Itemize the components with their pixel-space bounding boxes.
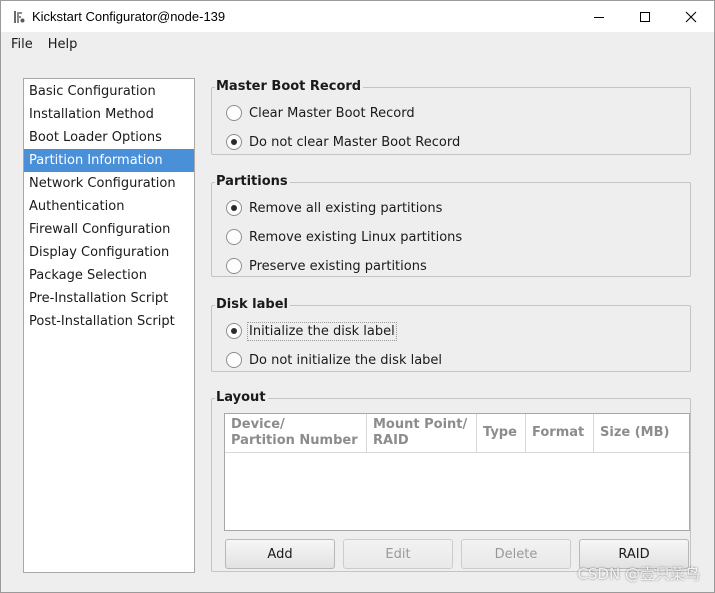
window-title: Kickstart Configurator@node-139 [32,9,226,24]
disklabel-option-initialize[interactable]: Initialize the disk label [226,321,397,341]
nav-item-package-selection[interactable]: Package Selection [24,264,194,287]
partitions-option-remove-linux[interactable]: Remove existing Linux partitions [226,227,462,247]
radio-label: Initialize the disk label [247,321,397,341]
partitions-option-preserve[interactable]: Preserve existing partitions [226,256,427,276]
layout-group-title: Layout [215,390,268,405]
mbr-option-do-not-clear[interactable]: Do not clear Master Boot Record [226,132,460,152]
partitions-group: Partitions Remove all existing partition… [211,174,691,277]
nav-item-network-configuration[interactable]: Network Configuration [24,172,194,195]
menu-file[interactable]: File [1,32,39,58]
close-button[interactable] [668,1,714,32]
maximize-icon [640,11,650,22]
partitions-group-title: Partitions [215,174,290,189]
partitions-option-remove-all[interactable]: Remove all existing partitions [226,198,442,218]
nav-item-firewall-configuration[interactable]: Firewall Configuration [24,218,194,241]
nav-item-installation-method[interactable]: Installation Method [24,103,194,126]
title-bar[interactable]: Kickstart Configurator@node-139 [1,1,714,32]
app-window: Kickstart Configurator@node-139 File Hel… [0,0,715,593]
mbr-group: Master Boot Record Clear Master Boot Rec… [211,79,691,155]
disklabel-group: Disk label Initialize the disk label Do … [211,297,691,372]
table-header: Device/ Partition Number Mount Point/ RA… [225,414,689,453]
close-icon [685,11,697,22]
mbr-group-title: Master Boot Record [215,79,364,94]
radio-button-checked[interactable] [226,134,242,150]
radio-button[interactable] [226,105,242,121]
column-header-device[interactable]: Device/ Partition Number [225,414,367,452]
radio-button-checked[interactable] [226,323,242,339]
radio-label: Preserve existing partitions [249,258,427,274]
menu-bar: File Help [1,32,714,58]
radio-button[interactable] [226,258,242,274]
column-header-format[interactable]: Format [526,414,594,452]
disklabel-option-do-not-initialize[interactable]: Do not initialize the disk label [226,350,442,370]
partition-layout-table[interactable]: Device/ Partition Number Mount Point/ RA… [224,413,690,531]
maximize-button[interactable] [622,1,668,32]
minimize-icon [594,16,604,18]
column-header-type[interactable]: Type [477,414,526,452]
radio-button[interactable] [226,352,242,368]
radio-label: Do not initialize the disk label [249,352,443,368]
nav-item-partition-information[interactable]: Partition Information [24,149,194,172]
section-list: Basic Configuration Installation Method … [23,78,195,573]
radio-label: Remove all existing partitions [249,200,443,216]
nav-item-basic-configuration[interactable]: Basic Configuration [24,80,194,103]
radio-label: Do not clear Master Boot Record [249,134,461,150]
column-header-mount-point[interactable]: Mount Point/ RAID [367,414,477,452]
radio-button-checked[interactable] [226,200,242,216]
table-body[interactable] [225,453,689,529]
radio-label: Remove existing Linux partitions [249,229,463,245]
edit-button[interactable]: Edit [343,539,453,569]
radio-button[interactable] [226,229,242,245]
nav-item-pre-installation-script[interactable]: Pre-Installation Script [24,287,194,310]
mbr-option-clear[interactable]: Clear Master Boot Record [226,103,415,123]
nav-item-boot-loader-options[interactable]: Boot Loader Options [24,126,194,149]
column-header-size[interactable]: Size (MB) [594,414,689,452]
nav-item-display-configuration[interactable]: Display Configuration [24,241,194,264]
nav-item-authentication[interactable]: Authentication [24,195,194,218]
watermark-text: CSDN @壹只菜鸟 [577,565,700,583]
app-icon [10,9,26,25]
disklabel-group-title: Disk label [215,297,290,312]
nav-item-post-installation-script[interactable]: Post-Installation Script [24,310,194,333]
add-button[interactable]: Add [225,539,335,569]
menu-help[interactable]: Help [39,32,87,58]
minimize-button[interactable] [576,1,622,32]
radio-label: Clear Master Boot Record [249,105,415,121]
delete-button[interactable]: Delete [461,539,571,569]
window-controls [576,1,714,32]
